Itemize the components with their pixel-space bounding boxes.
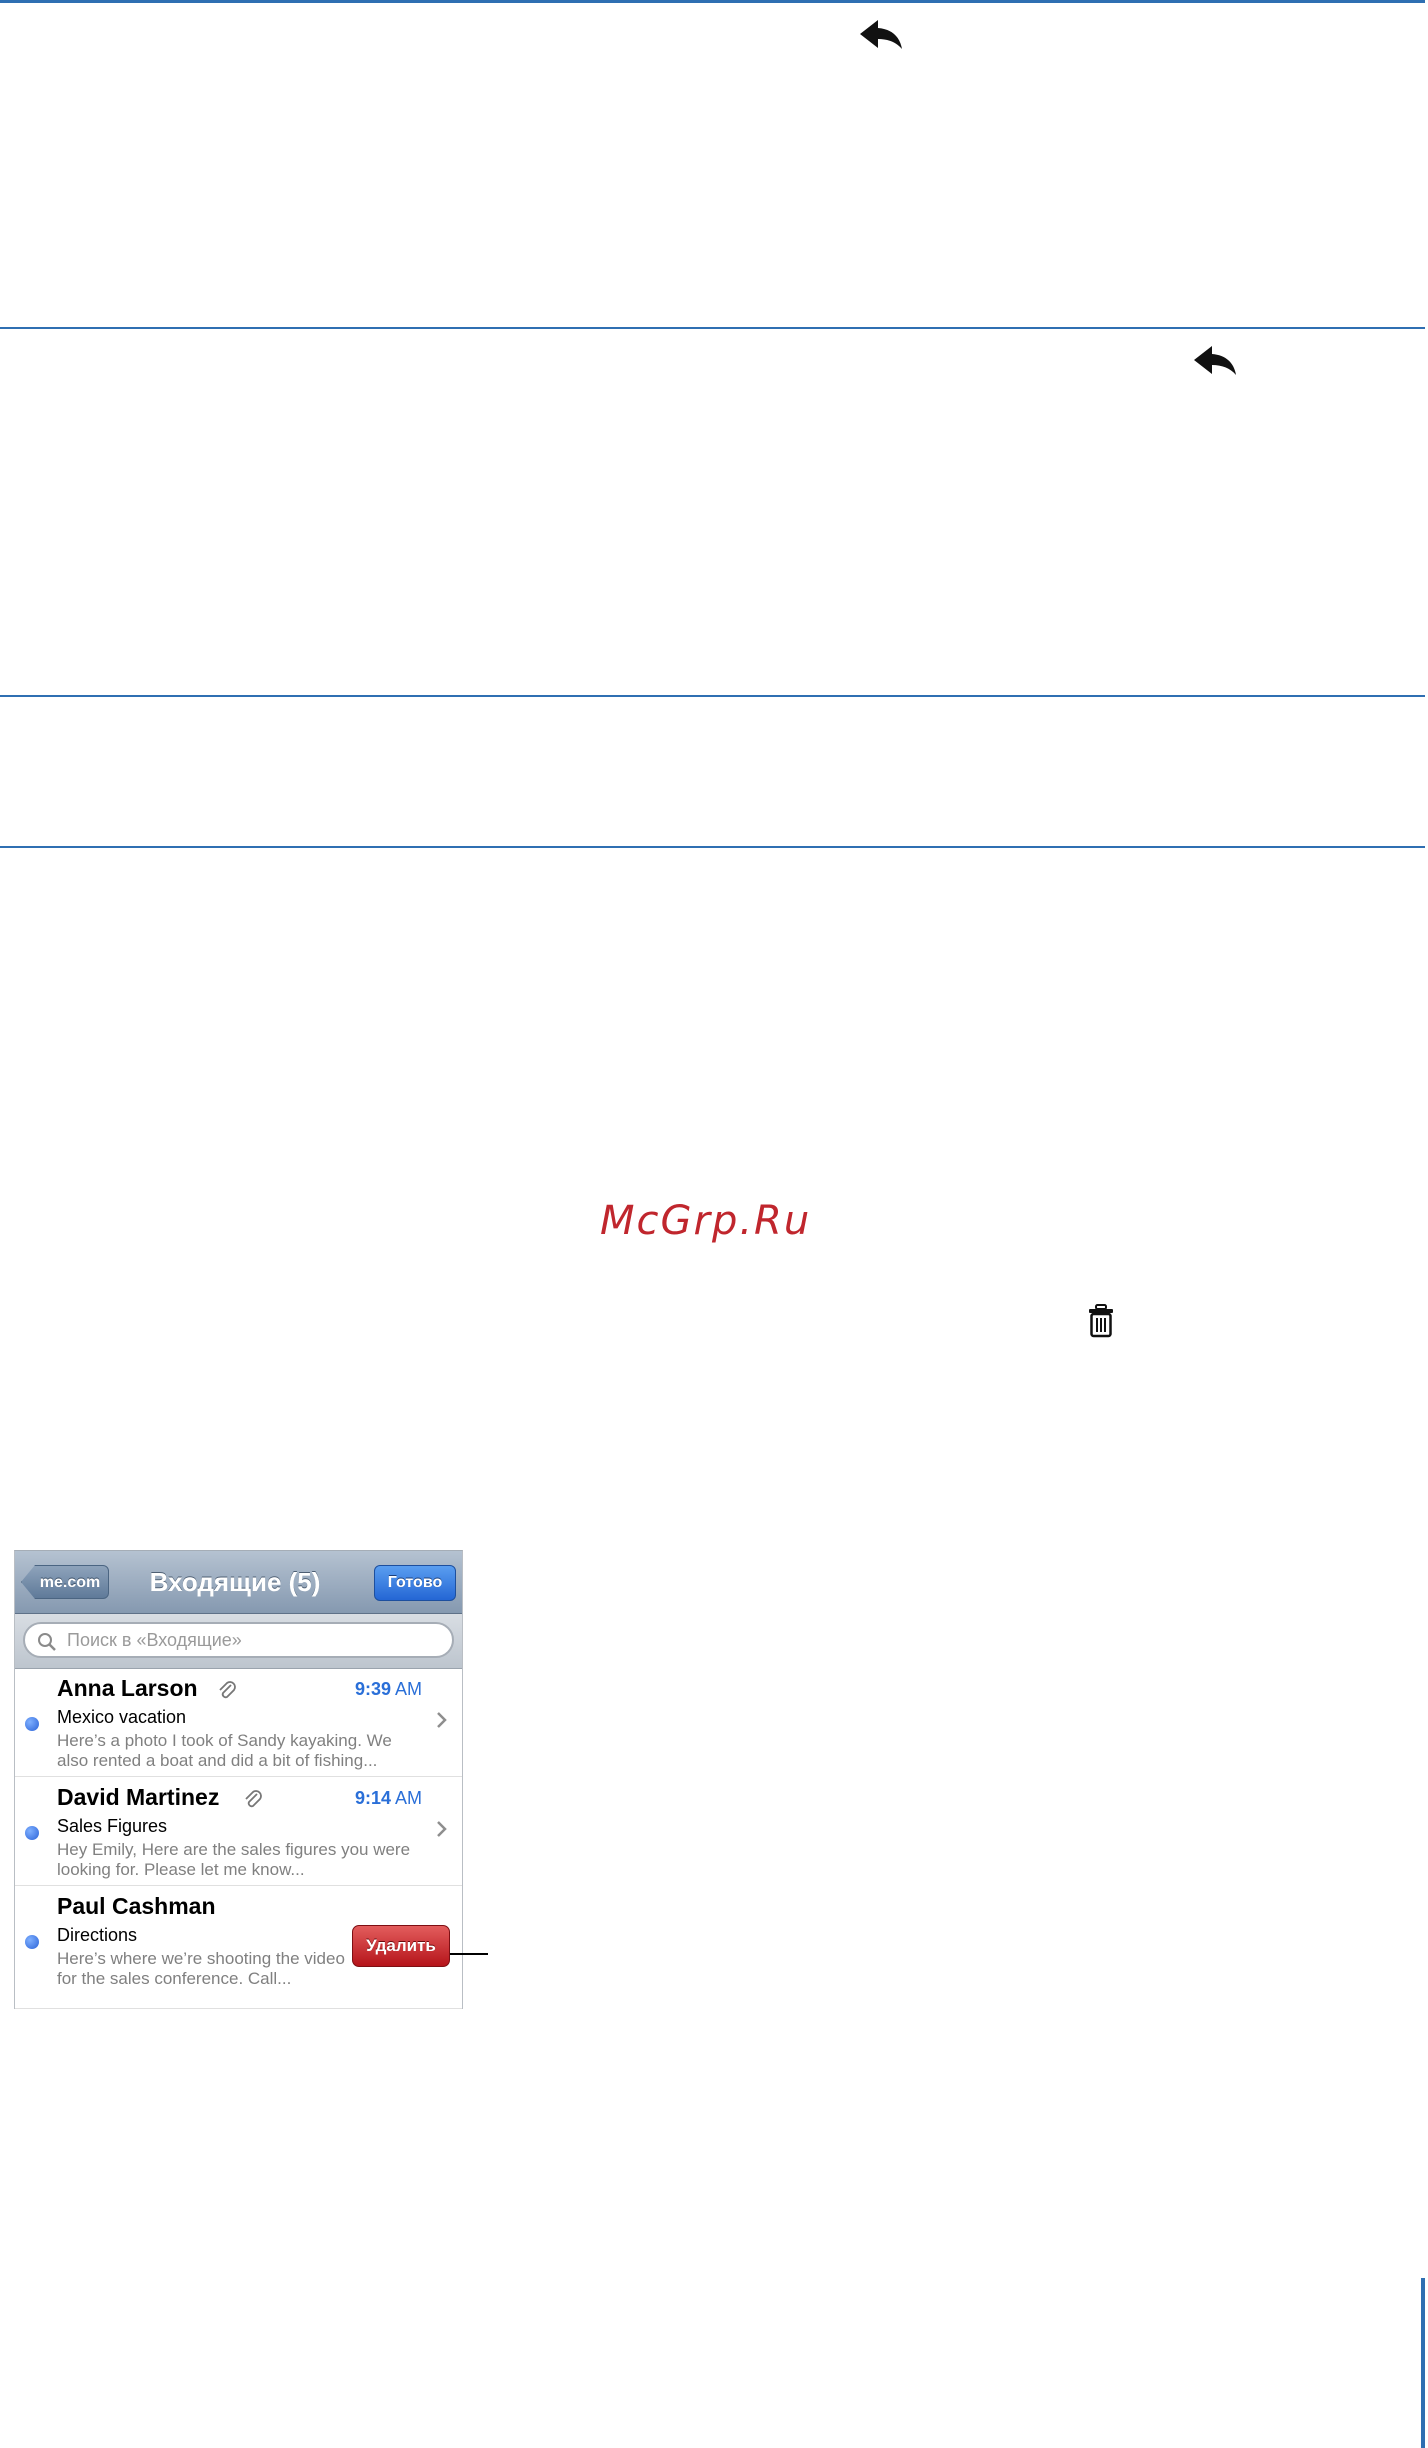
- message-row[interactable]: David Martinez 9:14 AM Sales Figures Hey…: [15, 1778, 462, 1886]
- chevron-right-icon: [436, 1820, 448, 1843]
- page-edge-marker: [1421, 2278, 1425, 2448]
- message-preview: Here’s a photo I took of Sandy kayaking.…: [57, 1731, 392, 1770]
- message-subject: Directions: [57, 1925, 138, 1945]
- trash-icon: [1088, 1304, 1114, 1343]
- message-preview: Here’s where we’re shooting the video fo…: [57, 1949, 345, 1988]
- message-subject: Sales Figures: [57, 1816, 168, 1836]
- back-button[interactable]: me.com: [21, 1565, 109, 1599]
- chevron-right-icon: [436, 1711, 448, 1734]
- unread-dot: [25, 1717, 39, 1731]
- section-rule: [0, 0, 1425, 3]
- attachment-icon: [243, 1788, 263, 1815]
- done-button[interactable]: Готово: [374, 1565, 456, 1601]
- reply-arrow-icon: [1192, 344, 1238, 381]
- sender-name: David Martinez: [57, 1784, 220, 1810]
- delete-button[interactable]: Удалить: [352, 1925, 450, 1967]
- search-icon: [37, 1632, 57, 1657]
- section-rule: [0, 327, 1425, 329]
- nav-bar: me.com Входящие (5) Готово: [15, 1551, 462, 1614]
- message-preview: Hey Emily, Here are the sales figures yo…: [57, 1840, 411, 1879]
- watermark-text: McGrp.Ru: [600, 1198, 812, 1244]
- message-time: 9:14 AM: [354, 1788, 422, 1808]
- sender-name: Paul Cashman: [57, 1893, 216, 1919]
- search-input[interactable]: Поиск в «Входящие»: [23, 1622, 454, 1658]
- message-row[interactable]: Anna Larson 9:39 AM Mexico vacation Here…: [15, 1669, 462, 1777]
- search-placeholder: Поиск в «Входящие»: [67, 1630, 242, 1650]
- inbox-title: Входящие (5): [149, 1567, 321, 1597]
- attachment-icon: [217, 1679, 237, 1706]
- inbox-screenshot: me.com Входящие (5) Готово Поиск в «Вход…: [14, 1550, 463, 2009]
- reply-arrow-icon: [858, 18, 904, 55]
- message-time: 9:39 AM: [354, 1679, 422, 1699]
- message-subject: Mexico vacation: [57, 1707, 187, 1727]
- section-rule: [0, 846, 1425, 848]
- unread-dot: [25, 1935, 39, 1949]
- search-bar: Поиск в «Входящие»: [15, 1614, 462, 1669]
- section-rule: [0, 695, 1425, 697]
- sender-name: Anna Larson: [57, 1675, 198, 1701]
- callout-line: [450, 1953, 488, 1955]
- unread-dot: [25, 1826, 39, 1840]
